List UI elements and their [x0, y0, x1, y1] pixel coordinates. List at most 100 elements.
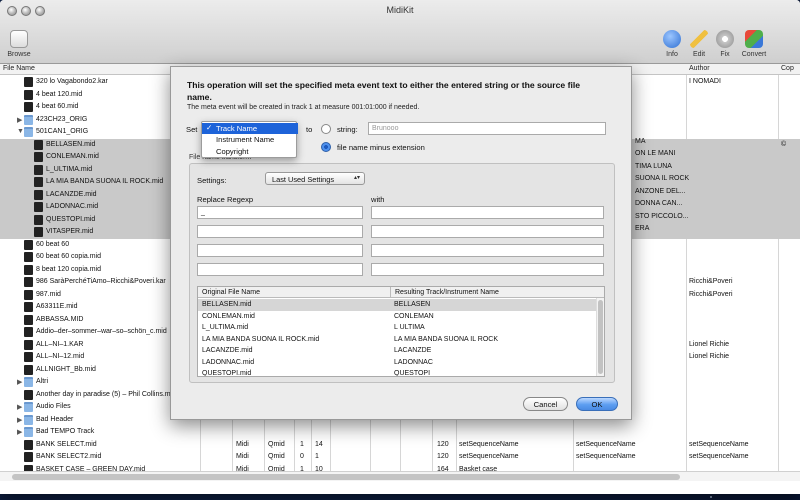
- with-input-3[interactable]: [371, 244, 604, 257]
- file-name: 320 lo Vagabondo2.kar: [36, 78, 108, 85]
- file-name: Another day in paradise (5) – Phil Colli…: [36, 390, 177, 398]
- disclosure-closed-icon[interactable]: ▶: [17, 116, 22, 124]
- preview-row[interactable]: LA MIA BANDA SUONA IL ROCK.mid LA MIA BAN…: [198, 334, 596, 346]
- copyright-column-header[interactable]: Cop: [781, 65, 794, 72]
- track-name-fragment: MA: [635, 138, 646, 145]
- preview-row[interactable]: LACANZDE.mid LACANZDE: [198, 345, 596, 357]
- preview-row[interactable]: L_ULTIMA.mid L ULTIMA: [198, 322, 596, 334]
- file-name: L_ULTIMA.mid: [46, 165, 93, 173]
- disclosure-closed-icon[interactable]: ▶: [17, 428, 22, 436]
- replace-regexp-input-4[interactable]: [197, 263, 363, 276]
- file-c1-cell: Midi: [236, 440, 249, 448]
- midi-file-icon: [24, 264, 33, 275]
- file-ev-cell: setSequenceName: [459, 453, 519, 460]
- menu-item-instrument-name[interactable]: Instrument Name: [202, 134, 298, 145]
- menu-item-track-name[interactable]: ✓ Track Name: [202, 123, 298, 134]
- info-icon: [663, 30, 681, 48]
- file-name: BANK SELECT2.mid: [36, 453, 102, 460]
- disclosure-closed-icon[interactable]: ▶: [17, 416, 22, 424]
- file-author-cell: Ricchi&Poveri: [689, 278, 733, 285]
- cancel-button[interactable]: Cancel: [523, 397, 568, 411]
- resulting-name-cell: LA MIA BANDA SUONA IL ROCK: [394, 335, 498, 343]
- cd-fix-icon: [716, 30, 734, 48]
- folder-icon: [24, 377, 33, 387]
- file-name: 60 beat 60 copia.mid: [36, 253, 101, 260]
- menu-item-label: Track Name: [216, 124, 258, 133]
- midi-file-icon: [24, 102, 33, 112]
- folder-icon: [24, 402, 33, 412]
- original-file-name-cell: L_ULTIMA.mid: [202, 324, 249, 331]
- midi-file-icon: [34, 164, 43, 175]
- replace-regexp-input-2[interactable]: [197, 225, 363, 238]
- preview-row[interactable]: BELLASEN.mid BELLASEN: [198, 299, 596, 311]
- title-toolbar: MidiKit Browse Info Edit Fix Convert: [0, 0, 800, 64]
- file-name: Bad TEMPO Track: [36, 428, 95, 435]
- horizontal-scrollbar[interactable]: [0, 471, 800, 481]
- preview-scroll-thumb[interactable]: [598, 300, 603, 374]
- midi-file-icon: [24, 252, 33, 262]
- filename-radio[interactable]: [321, 142, 331, 152]
- filename-radio-label: file name minus extension: [337, 143, 425, 152]
- midi-file-icon: [24, 364, 33, 375]
- disclosure-closed-icon[interactable]: ▶: [17, 403, 22, 411]
- preview-row[interactable]: LADONNAC.mid LADONNAC: [198, 357, 596, 369]
- midi-file-icon: [34, 202, 43, 212]
- disclosure-closed-icon[interactable]: ▶: [17, 378, 22, 386]
- browse-button[interactable]: Browse: [2, 30, 36, 58]
- original-file-name-cell: CONLEMAN.mid: [202, 312, 255, 320]
- file-name: LADONNAC.mid: [46, 203, 99, 210]
- ok-button[interactable]: OK: [576, 397, 618, 411]
- string-radio[interactable]: [321, 124, 331, 134]
- replace-regexp-label: Replace Regexp: [197, 195, 254, 204]
- preview-row[interactable]: CONLEMAN.mid CONLEMAN: [198, 311, 596, 323]
- convert-button[interactable]: Convert: [737, 30, 771, 58]
- set-label: Set: [186, 125, 198, 134]
- preview-row[interactable]: QUESTOPI.mid QUESTOPI: [198, 368, 596, 376]
- file-name: Addio–der–sommer–war–so–schön_c.mid: [36, 328, 167, 335]
- file-name: Bad Header: [36, 415, 74, 423]
- file-name: 8 beat 120 copia.mid: [36, 265, 101, 273]
- midi-file-icon: [24, 239, 33, 250]
- resulting-name-header[interactable]: Resulting Track/Instrument Name: [390, 287, 604, 298]
- midi-file-icon: [24, 439, 33, 450]
- author-column-header[interactable]: Author: [689, 65, 710, 72]
- midi-file-icon: [24, 302, 33, 312]
- with-input-2[interactable]: [371, 225, 604, 238]
- with-input-4[interactable]: [371, 263, 604, 276]
- star: [710, 496, 712, 498]
- file-ev2-cell: setSequenceName: [576, 440, 636, 448]
- folder-row[interactable]: ▶ Bad TEMPO Track: [0, 426, 800, 439]
- original-file-name-header[interactable]: Original File Name: [198, 287, 390, 298]
- preview-scrollbar[interactable]: [596, 298, 604, 376]
- file-row[interactable]: BANK SELECT2.mid Midi Qmid 0 1 120 setSequence…: [0, 451, 800, 464]
- file-c5-cell: 120: [437, 440, 449, 448]
- replace-regexp-input-3[interactable]: [197, 244, 363, 257]
- midi-file-icon: [24, 352, 33, 362]
- folder-icon: [24, 427, 33, 437]
- midi-file-icon: [24, 389, 33, 400]
- file-author-cell: Ricchi&Poveri: [689, 290, 733, 298]
- string-input[interactable]: Brunooo: [368, 122, 606, 135]
- midi-file-icon: [24, 289, 33, 300]
- settings-value: Last Used Settings: [272, 175, 335, 184]
- popup-arrows-icon: ▴▾: [353, 175, 360, 181]
- track-name-fragment: SUONA IL ROCK: [635, 175, 690, 182]
- file-row[interactable]: BANK SELECT.mid Midi Qmid 1 14 120 setSequence…: [0, 439, 800, 452]
- track-name-fragment: TIMA LUNA: [635, 163, 672, 170]
- disclosure-open-icon[interactable]: ▼: [17, 128, 24, 135]
- file-name: CONLEMAN.mid: [46, 153, 99, 160]
- file-name: 60 beat 60: [36, 240, 70, 248]
- file-name: 4 beat 120.mid: [36, 90, 83, 98]
- settings-popup[interactable]: Last Used Settings ▴▾: [265, 172, 365, 185]
- string-radio-label: string:: [337, 125, 358, 134]
- replace-regexp-input-1[interactable]: _: [197, 206, 363, 219]
- midi-file-icon: [34, 189, 43, 200]
- file-name-column-header[interactable]: File Name: [3, 65, 35, 72]
- checkmark-icon: ✓: [206, 123, 213, 132]
- with-input-1[interactable]: [371, 206, 604, 219]
- file-name: 4 beat 60.mid: [36, 103, 79, 110]
- menu-item-copyright[interactable]: Copyright: [202, 146, 298, 157]
- resulting-name-cell: LADONNAC: [394, 358, 433, 366]
- horizontal-scroll-thumb[interactable]: [12, 474, 680, 480]
- file-name: BANK SELECT.mid: [36, 440, 97, 448]
